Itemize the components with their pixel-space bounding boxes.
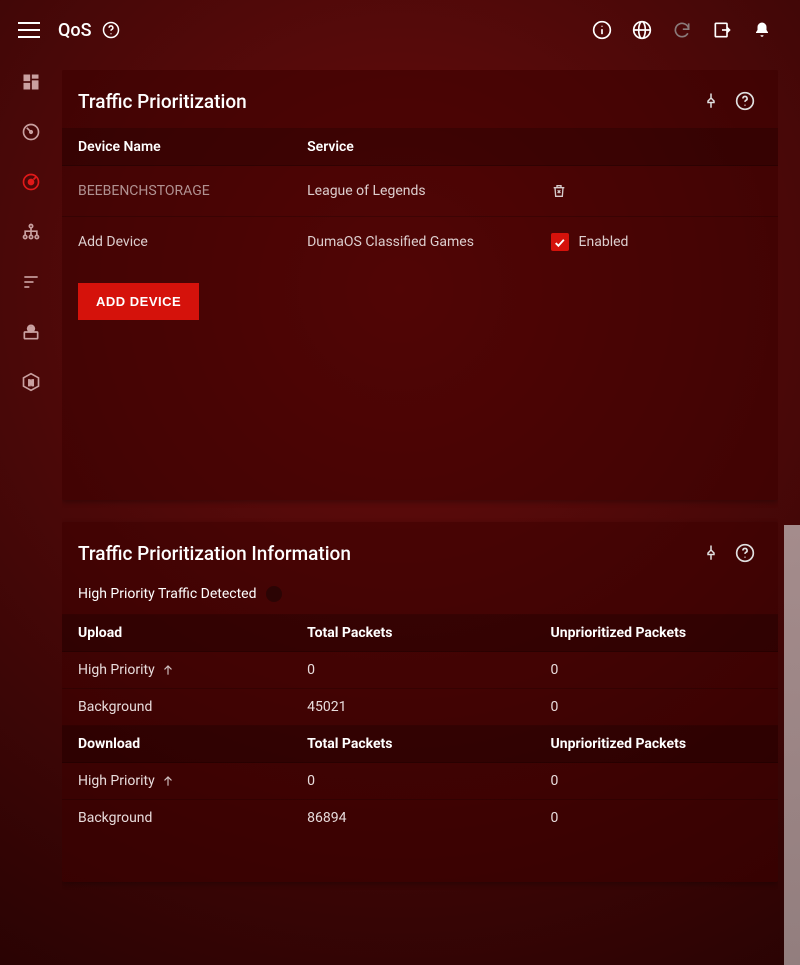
info-icon[interactable]	[582, 10, 622, 50]
status-text: High Priority Traffic Detected	[78, 586, 256, 602]
page-title-text: QoS	[58, 20, 92, 41]
cell-total: 0	[291, 652, 534, 689]
svg-text:N: N	[28, 378, 33, 387]
cell-device: Add Device	[62, 217, 291, 268]
row-label: Background	[62, 800, 291, 837]
sidebar-item-network[interactable]	[19, 220, 43, 244]
help-icon[interactable]	[100, 19, 122, 41]
traffic-info-card: Traffic Prioritization Information High …	[62, 522, 778, 882]
cell-unprio: 0	[535, 652, 778, 689]
status-indicator-dot	[266, 586, 282, 602]
card-help-icon[interactable]	[728, 536, 762, 570]
logout-icon[interactable]	[702, 10, 742, 50]
content-area: Traffic Prioritization Device Name Servi…	[62, 70, 778, 965]
cell-total: 0	[291, 763, 534, 800]
arrow-up-icon	[161, 663, 175, 677]
sidebar-item-speedometer[interactable]	[19, 120, 43, 144]
enabled-checkbox[interactable]	[551, 233, 569, 251]
refresh-icon[interactable]	[662, 10, 702, 50]
table-row: BEEBENCHSTORAGE League of Legends	[62, 166, 778, 217]
traffic-table: Device Name Service BEEBENCHSTORAGE Leag…	[62, 128, 778, 267]
cell-unprio: 0	[535, 689, 778, 726]
topbar: QoS	[0, 0, 800, 60]
sidebar-item-dashboard[interactable]	[19, 70, 43, 94]
traffic-prioritization-card: Traffic Prioritization Device Name Servi…	[62, 70, 778, 500]
table-row: Background 86894 0	[62, 800, 778, 837]
section-name: Download	[62, 726, 291, 763]
add-device-button[interactable]: ADD DEVICE	[78, 283, 199, 320]
status-line: High Priority Traffic Detected	[62, 580, 778, 614]
row-label: Background	[62, 689, 291, 726]
sidebar-item-qos[interactable]	[19, 170, 43, 194]
cell-service: League of Legends	[291, 166, 534, 217]
row-label: High Priority	[78, 662, 155, 678]
delete-icon[interactable]	[551, 182, 762, 200]
cell-device: BEEBENCHSTORAGE	[62, 166, 291, 217]
svg-text:i: i	[30, 325, 32, 333]
card-title: Traffic Prioritization	[78, 90, 694, 113]
cell-total: 86894	[291, 800, 534, 837]
cell-service: DumaOS Classified Games	[291, 217, 534, 268]
table-row: Background 45021 0	[62, 689, 778, 726]
cell-unprio: 0	[535, 763, 778, 800]
sidebar-item-bars[interactable]	[19, 270, 43, 294]
card-help-icon[interactable]	[728, 84, 762, 118]
sidebar-item-hex[interactable]: N	[19, 370, 43, 394]
col-device: Device Name	[62, 129, 291, 166]
row-label: High Priority	[78, 773, 155, 789]
section-name: Upload	[62, 615, 291, 652]
cell-unprio: 0	[535, 800, 778, 837]
pin-icon[interactable]	[694, 84, 728, 118]
table-row: High Priority 0 0	[62, 763, 778, 800]
col-service: Service	[291, 129, 534, 166]
table-row: Add Device DumaOS Classified Games Enabl…	[62, 217, 778, 268]
info-table: Upload Total Packets Unprioritized Packe…	[62, 614, 778, 836]
sidebar-item-device-info[interactable]: i	[19, 320, 43, 344]
sidebar: i N	[0, 70, 62, 394]
bell-icon[interactable]	[742, 10, 782, 50]
page-title: QoS	[58, 19, 122, 41]
menu-button[interactable]	[18, 19, 40, 41]
cell-total: 45021	[291, 689, 534, 726]
col-total: Total Packets	[291, 615, 534, 652]
col-total: Total Packets	[291, 726, 534, 763]
table-row: High Priority 0 0	[62, 652, 778, 689]
arrow-up-icon	[161, 774, 175, 788]
col-unprio: Unprioritized Packets	[535, 615, 778, 652]
card-title: Traffic Prioritization Information	[78, 542, 694, 565]
enabled-label: Enabled	[579, 234, 629, 250]
globe-icon[interactable]	[622, 10, 662, 50]
col-unprio: Unprioritized Packets	[535, 726, 778, 763]
scrollbar[interactable]	[784, 525, 800, 965]
pin-icon[interactable]	[694, 536, 728, 570]
